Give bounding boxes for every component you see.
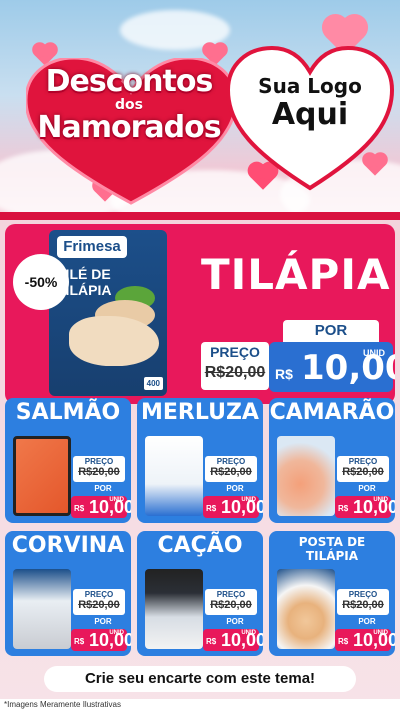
old-price-box: PREÇO R$20,00: [201, 342, 269, 390]
product-name: SALMÃO: [15, 400, 121, 425]
currency: R$: [206, 637, 217, 646]
preco-label: PREÇO: [348, 590, 378, 599]
old-price: R$20,00: [204, 364, 266, 381]
unit-label: UNID: [373, 497, 388, 503]
preco-label: PREÇO: [216, 590, 246, 599]
old-price: R$20,00: [78, 466, 120, 478]
product-name: MERLUZA: [141, 400, 259, 425]
old-price-box: PREÇO R$20,00: [205, 456, 257, 482]
product-card-posta-de-tilapia: POSTA DE TILÁPIA PREÇO R$20,00 POR R$ 10…: [269, 531, 395, 656]
logo-line-1: Sua Logo: [258, 74, 362, 98]
por-label: POR: [226, 484, 244, 493]
unit-label: UNID: [109, 497, 124, 503]
old-price: R$20,00: [342, 466, 384, 478]
por-label: POR: [94, 617, 112, 626]
discount-badge: -50%: [13, 254, 69, 310]
old-price-box: PREÇO R$20,00: [205, 589, 257, 615]
offers-area: -50% Frimesa FILÉ DE TILÁPIA 400 TILÁPIA…: [0, 212, 400, 711]
por-label: POR: [226, 617, 244, 626]
new-price-box: R$ 10,00 UNID: [71, 496, 131, 518]
old-price: R$20,00: [78, 599, 120, 611]
featured-title: TILÁPIA: [201, 250, 391, 299]
unit-label: UNID: [373, 630, 388, 636]
logo-placeholder: Sua Logo Aqui: [226, 74, 394, 132]
featured-offer: -50% Frimesa FILÉ DE TILÁPIA 400 TILÁPIA…: [5, 224, 395, 404]
fillet-shape: [69, 316, 159, 366]
preco-label: PREÇO: [210, 344, 260, 360]
divider-stripe: [0, 212, 400, 220]
product-name: POSTA DE TILÁPIA: [298, 535, 366, 563]
preco-label: PREÇO: [84, 457, 114, 466]
product-image: [277, 569, 335, 649]
new-price-box: R$ 10,00 UNID: [71, 629, 131, 651]
por-label: POR: [94, 484, 112, 493]
unit-label: UNID: [241, 630, 256, 636]
product-package-image: Frimesa FILÉ DE TILÁPIA 400: [49, 230, 167, 396]
old-price-box: PREÇO R$20,00: [73, 589, 125, 615]
product-image: [13, 436, 71, 516]
old-price-box: PREÇO R$20,00: [73, 456, 125, 482]
old-price: R$20,00: [210, 466, 252, 478]
new-price-box: R$ 10,00 UNID: [203, 496, 263, 518]
por-label: POR: [358, 617, 376, 626]
unit-label: UNID: [241, 497, 256, 503]
create-flyer-cta[interactable]: Crie seu encarte com este tema!: [44, 666, 356, 692]
preco-label: PREÇO: [348, 457, 378, 466]
currency: R$: [74, 504, 85, 513]
product-card-salmao: SALMÃO PREÇO R$20,00 POR R$ 10,00 UNID: [5, 398, 131, 523]
product-image: [145, 436, 203, 516]
currency: R$: [338, 637, 349, 646]
new-price-box: R$ 10,00 UNID: [269, 342, 395, 392]
product-name: CAMARÃO: [269, 400, 395, 425]
currency: R$: [275, 366, 293, 382]
currency: R$: [74, 637, 85, 646]
new-price-box: R$ 10,00 UNID: [335, 496, 395, 518]
old-price-box: PREÇO R$20,00: [337, 456, 389, 482]
title-line-3: Namorados: [37, 110, 221, 145]
disclaimer: *Imagens Meramente Ilustrativas: [0, 699, 400, 711]
old-price: R$20,00: [210, 599, 252, 611]
unit-label: UNID: [109, 630, 124, 636]
preco-label: PREÇO: [84, 590, 114, 599]
package-weight: 400: [143, 377, 163, 390]
product-card-camarao: CAMARÃO PREÇO R$20,00 POR R$ 10,00 UNID: [269, 398, 395, 523]
product-image: [13, 569, 71, 649]
product-image: [145, 569, 203, 649]
campaign-title: Descontos dos Namorados: [14, 66, 244, 144]
product-image: [277, 436, 335, 516]
product-card-cacao: CAÇÃO PREÇO R$20,00 POR R$ 10,00 UNID: [137, 531, 263, 656]
product-name: CAÇÃO: [157, 533, 243, 558]
product-card-corvina: CORVINA PREÇO R$20,00 POR R$ 10,00 UNID: [5, 531, 131, 656]
preco-label: PREÇO: [216, 457, 246, 466]
product-name: CORVINA: [11, 533, 125, 558]
old-price: R$20,00: [342, 599, 384, 611]
por-label: POR: [358, 484, 376, 493]
hero-banner: Descontos dos Namorados Sua Logo Aqui: [0, 0, 400, 212]
unit-label: UNID: [363, 348, 385, 358]
new-price-box: R$ 10,00 UNID: [335, 629, 395, 651]
por-label: POR: [283, 320, 379, 342]
product-card-merluza: MERLUZA PREÇO R$20,00 POR R$ 10,00 UNID: [137, 398, 263, 523]
logo-line-2: Aqui: [271, 97, 349, 132]
currency: R$: [206, 504, 217, 513]
package-brand: Frimesa: [57, 236, 127, 258]
title-line-1: Descontos: [45, 64, 214, 99]
currency: R$: [338, 504, 349, 513]
new-price-box: R$ 10,00 UNID: [203, 629, 263, 651]
old-price-box: PREÇO R$20,00: [337, 589, 389, 615]
